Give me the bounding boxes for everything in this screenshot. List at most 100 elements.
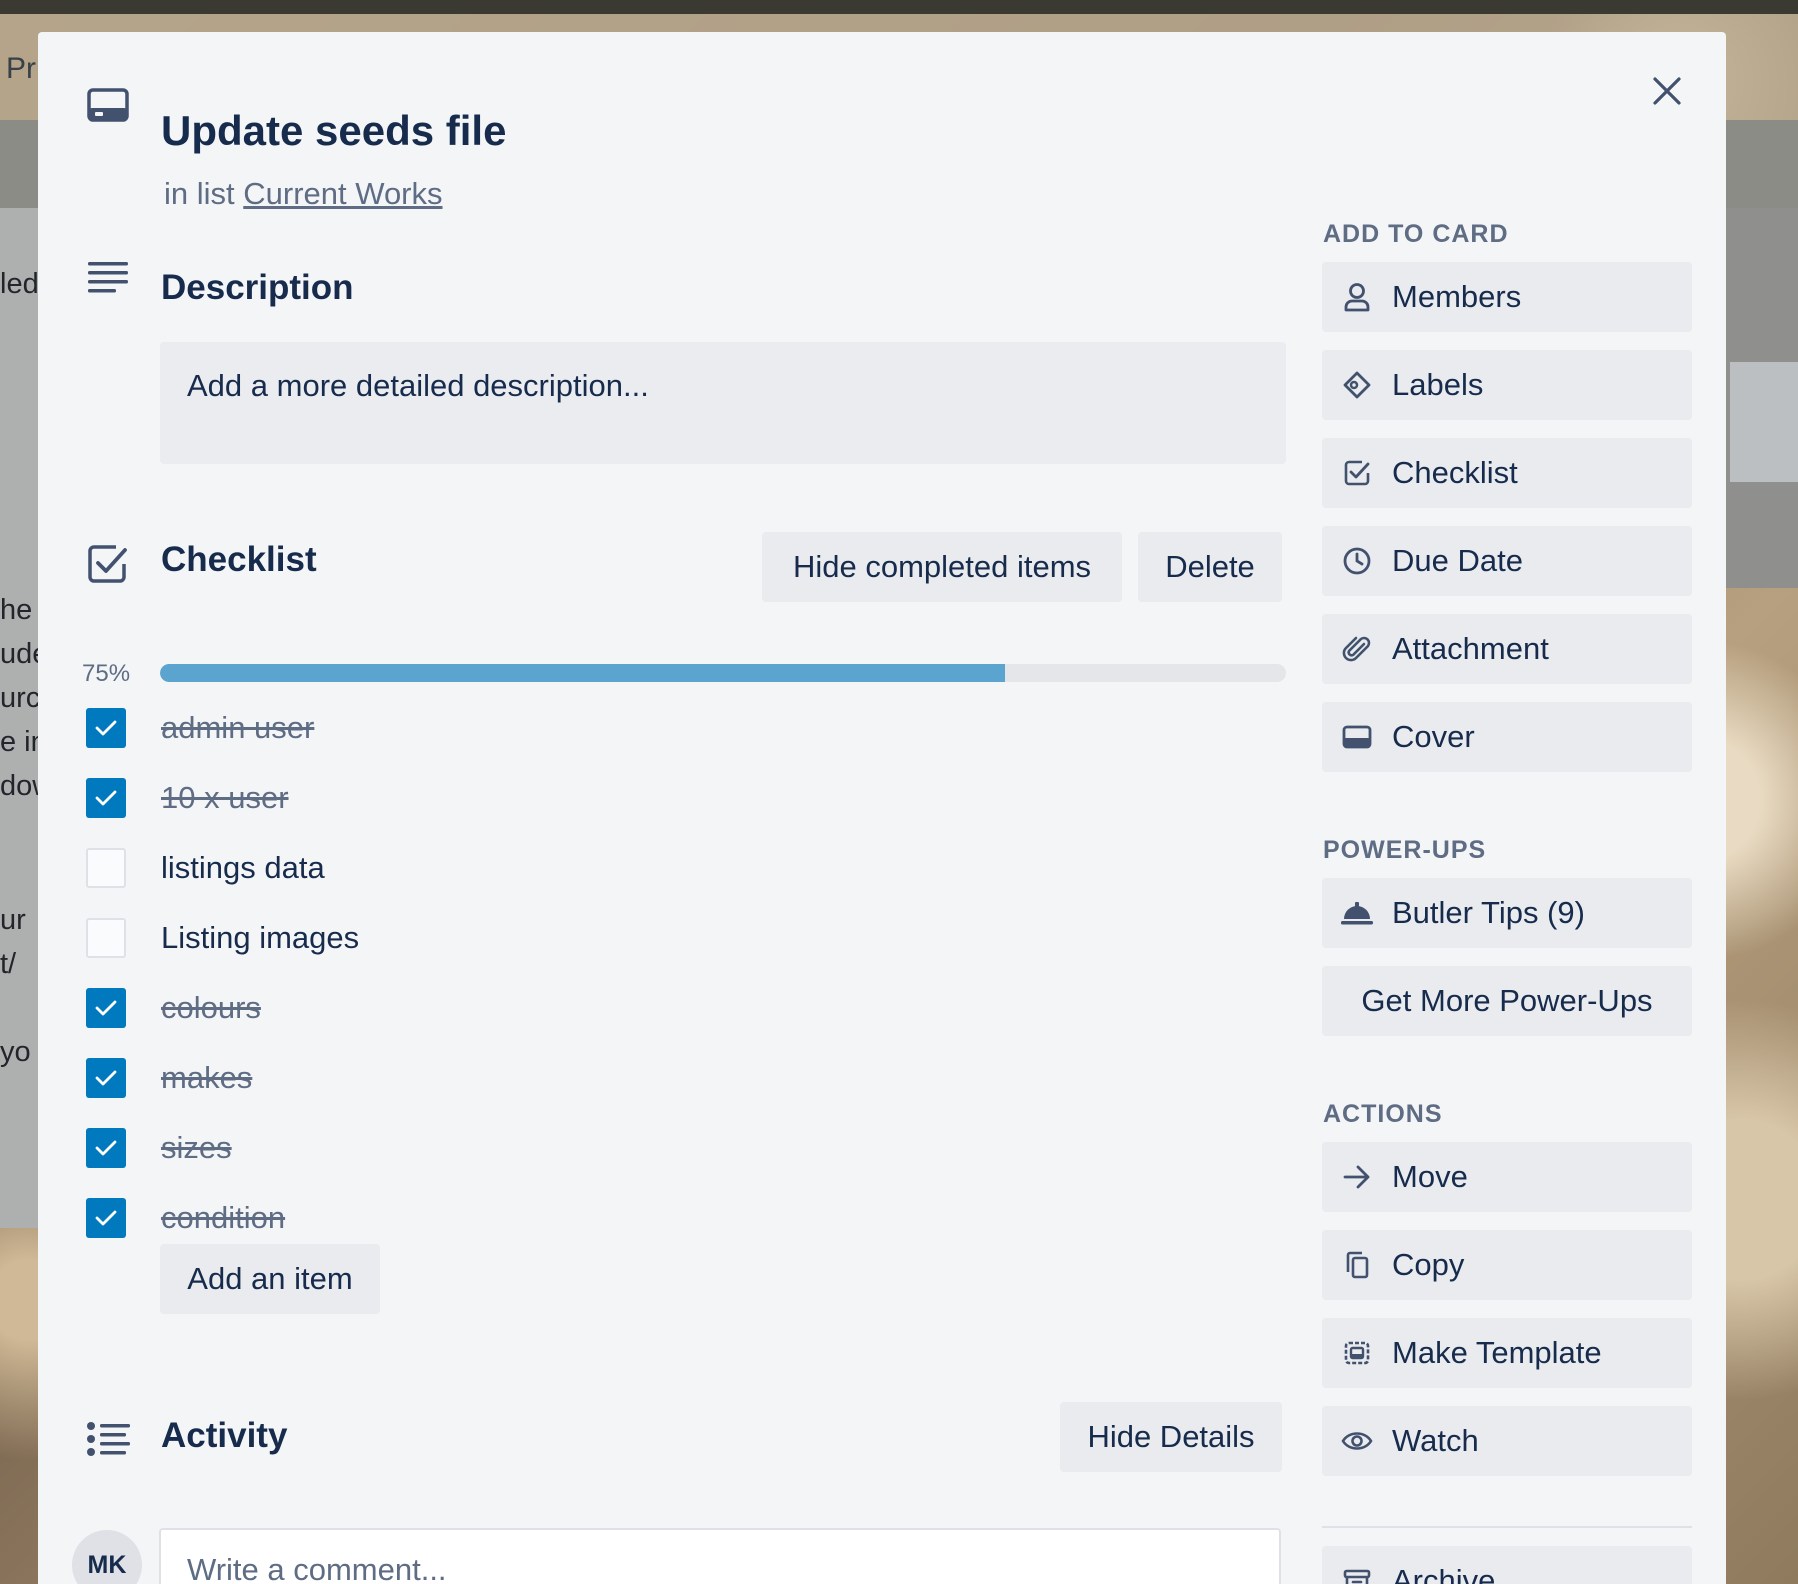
- comment-input[interactable]: [159, 1528, 1281, 1584]
- butler-tips-label: Butler Tips (9): [1392, 895, 1585, 930]
- checklist-item[interactable]: Listing images: [86, 912, 1286, 968]
- cover-label: Cover: [1392, 719, 1475, 754]
- checklist-item-text[interactable]: colours: [161, 990, 261, 1026]
- copy-button[interactable]: Copy: [1322, 1230, 1692, 1300]
- list-prefix: in list: [164, 176, 235, 211]
- labels-label: Labels: [1392, 367, 1484, 402]
- checklist-item[interactable]: colours: [86, 982, 1286, 1038]
- checklist-item-checkbox[interactable]: [86, 1198, 126, 1238]
- move-label: Move: [1392, 1159, 1468, 1194]
- check-icon: [95, 790, 117, 806]
- actions-heading: ACTIONS: [1323, 1100, 1443, 1128]
- add-item-button[interactable]: Add an item: [160, 1244, 380, 1314]
- board-list-fragment: led: [0, 268, 39, 300]
- description-editor[interactable]: Add a more detailed description...: [160, 342, 1286, 464]
- checklist-item-checkbox[interactable]: [86, 918, 126, 958]
- due-date-button[interactable]: Due Date: [1322, 526, 1692, 596]
- cover-button[interactable]: Cover: [1322, 702, 1692, 772]
- attachment-label: Attachment: [1392, 631, 1549, 666]
- template-icon: [1322, 1318, 1392, 1388]
- board-list-fragment: ur: [0, 904, 26, 936]
- close-icon: [1653, 77, 1681, 105]
- description-icon: [86, 258, 130, 303]
- checklist-item-checkbox[interactable]: [86, 708, 126, 748]
- paperclip-icon: [1322, 614, 1392, 684]
- checklist-item[interactable]: condition: [86, 1192, 1286, 1248]
- activity-heading: Activity: [161, 1416, 288, 1455]
- butler-tips-button[interactable]: Butler Tips (9): [1322, 878, 1692, 948]
- make-template-button[interactable]: Make Template: [1322, 1318, 1692, 1388]
- copy-label: Copy: [1392, 1247, 1465, 1282]
- attachment-button[interactable]: Attachment: [1322, 614, 1692, 684]
- tag-icon: [1322, 350, 1392, 420]
- checklist-item-text[interactable]: sizes: [161, 1130, 232, 1166]
- checklist-item[interactable]: makes: [86, 1052, 1286, 1108]
- card-detail-modal: Update seeds file in list Current Works …: [38, 32, 1726, 1584]
- checklist-progress-fill: [160, 664, 1005, 682]
- archive-icon: [1322, 1546, 1392, 1584]
- checklist-label: Checklist: [1392, 455, 1518, 490]
- checklist-item[interactable]: 10 x user: [86, 772, 1286, 828]
- arrow-right-icon: [1322, 1142, 1392, 1212]
- checklist-item[interactable]: listings data: [86, 842, 1286, 898]
- eye-icon: [1322, 1406, 1392, 1476]
- board-header-fragment: Pr: [6, 52, 36, 85]
- get-more-powerups-button[interactable]: Get More Power-Ups: [1322, 966, 1692, 1036]
- members-label: Members: [1392, 279, 1522, 314]
- move-button[interactable]: Move: [1322, 1142, 1692, 1212]
- due-date-label: Due Date: [1392, 543, 1523, 578]
- checklist-item-text[interactable]: condition: [161, 1200, 285, 1236]
- card-icon: [86, 84, 130, 133]
- copy-icon: [1322, 1230, 1392, 1300]
- card-cover-icon: [1322, 702, 1392, 772]
- checklist-item-checkbox[interactable]: [86, 778, 126, 818]
- checklist-item[interactable]: sizes: [86, 1122, 1286, 1178]
- hide-completed-button[interactable]: Hide completed items: [762, 532, 1122, 602]
- checklist-progress-percent: 75%: [82, 660, 131, 687]
- checklist-item-text[interactable]: listings data: [161, 850, 325, 886]
- board-list-left: led he ude urc e in dow ur t/ yo: [0, 208, 53, 1228]
- checklist-item-text[interactable]: 10 x user: [161, 780, 289, 816]
- checklist-item[interactable]: admin user: [86, 702, 1286, 758]
- watch-button[interactable]: Watch: [1322, 1406, 1692, 1476]
- delete-checklist-button[interactable]: Delete: [1138, 532, 1282, 602]
- checklist-icon: [86, 542, 130, 591]
- bell-icon: [1322, 878, 1392, 948]
- archive-button[interactable]: Archive: [1322, 1546, 1692, 1584]
- close-button[interactable]: [1642, 66, 1692, 116]
- check-icon: [95, 1140, 117, 1156]
- list-link[interactable]: Current Works: [243, 176, 442, 211]
- watch-label: Watch: [1392, 1423, 1479, 1458]
- checklist-item-text[interactable]: Listing images: [161, 920, 359, 956]
- board-card-right: [1730, 362, 1798, 482]
- checklist-item-checkbox[interactable]: [86, 1058, 126, 1098]
- card-list-info: in list Current Works: [164, 176, 443, 212]
- checklist-item-checkbox[interactable]: [86, 848, 126, 888]
- check-icon: [95, 1210, 117, 1226]
- add-to-card-heading: ADD TO CARD: [1323, 220, 1509, 248]
- description-placeholder: Add a more detailed description...: [187, 368, 649, 403]
- board-list-fragment: yo: [0, 1036, 31, 1068]
- checklist-button[interactable]: Checklist: [1322, 438, 1692, 508]
- check-icon: [95, 1000, 117, 1016]
- checkbox-icon: [1322, 438, 1392, 508]
- checklist-item-checkbox[interactable]: [86, 1128, 126, 1168]
- avatar[interactable]: MK: [72, 1530, 142, 1584]
- checklist-item-text[interactable]: makes: [161, 1060, 252, 1096]
- hide-details-button[interactable]: Hide Details: [1060, 1402, 1282, 1472]
- clock-icon: [1322, 526, 1392, 596]
- checklist-item-checkbox[interactable]: [86, 988, 126, 1028]
- checklist-item-text[interactable]: admin user: [161, 710, 314, 746]
- checklist-progress-bar: [160, 664, 1286, 682]
- description-heading: Description: [161, 268, 354, 307]
- members-button[interactable]: Members: [1322, 262, 1692, 332]
- check-icon: [95, 1070, 117, 1086]
- board-list-fragment: urc: [0, 682, 41, 714]
- board-list-fragment: he: [0, 594, 33, 626]
- person-icon: [1322, 262, 1392, 332]
- powerups-heading: POWER-UPS: [1323, 836, 1487, 864]
- archive-label: Archive: [1392, 1563, 1496, 1584]
- labels-button[interactable]: Labels: [1322, 350, 1692, 420]
- check-icon: [95, 720, 117, 736]
- card-title[interactable]: Update seeds file: [161, 107, 506, 155]
